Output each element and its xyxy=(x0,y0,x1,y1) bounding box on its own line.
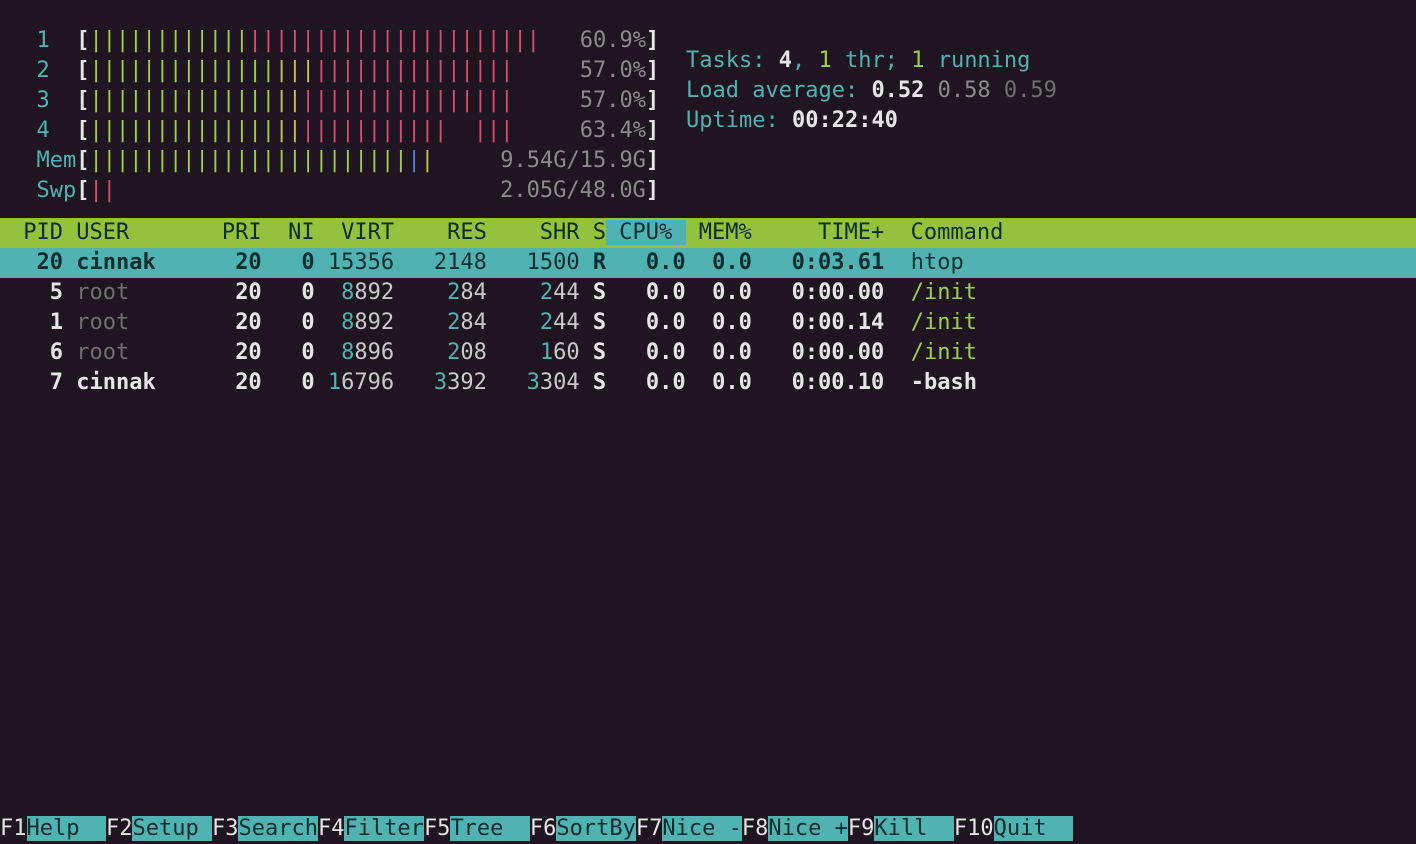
process-row[interactable]: 6 root 20 0 8896 208 160 S 0.0 0.0 0:00.… xyxy=(0,338,1416,368)
fkey-F6[interactable]: F6SortBy xyxy=(530,816,636,841)
process-row[interactable]: 1 root 20 0 8892 284 244 S 0.0 0.0 0:00.… xyxy=(0,308,1416,338)
process-table-header[interactable]: PID USER PRI NI VIRT RES SHR S CPU% MEM%… xyxy=(0,218,1416,248)
process-row[interactable]: 5 root 20 0 8892 284 244 S 0.0 0.0 0:00.… xyxy=(0,278,1416,308)
function-key-bar[interactable]: F1Help F2Setup F3SearchF4FilterF5Tree F6… xyxy=(0,814,1416,844)
fkey-F2[interactable]: F2Setup xyxy=(106,816,212,841)
fkey-F7[interactable]: F7Nice - xyxy=(636,816,742,841)
fkey-F4[interactable]: F4Filter xyxy=(318,816,424,841)
process-row[interactable]: 20 cinnak 20 0 15356 2148 1500 R 0.0 0.0… xyxy=(0,248,1416,278)
fkey-F8[interactable]: F8Nice + xyxy=(742,816,848,841)
process-row[interactable]: 7 cinnak 20 0 16796 3392 3304 S 0.0 0.0 … xyxy=(0,368,1416,398)
process-table: 20 cinnak 20 0 15356 2148 1500 R 0.0 0.0… xyxy=(0,248,1416,398)
system-summary: Tasks: 4, 1 thr; 1 running Load average:… xyxy=(686,46,1057,136)
fkey-F9[interactable]: F9Kill xyxy=(848,816,954,841)
fkey-F1[interactable]: F1Help xyxy=(0,816,106,841)
fkey-F5[interactable]: F5Tree xyxy=(424,816,530,841)
fkey-F3[interactable]: F3Search xyxy=(212,816,318,841)
fkey-F10[interactable]: F10Quit xyxy=(954,816,1073,841)
